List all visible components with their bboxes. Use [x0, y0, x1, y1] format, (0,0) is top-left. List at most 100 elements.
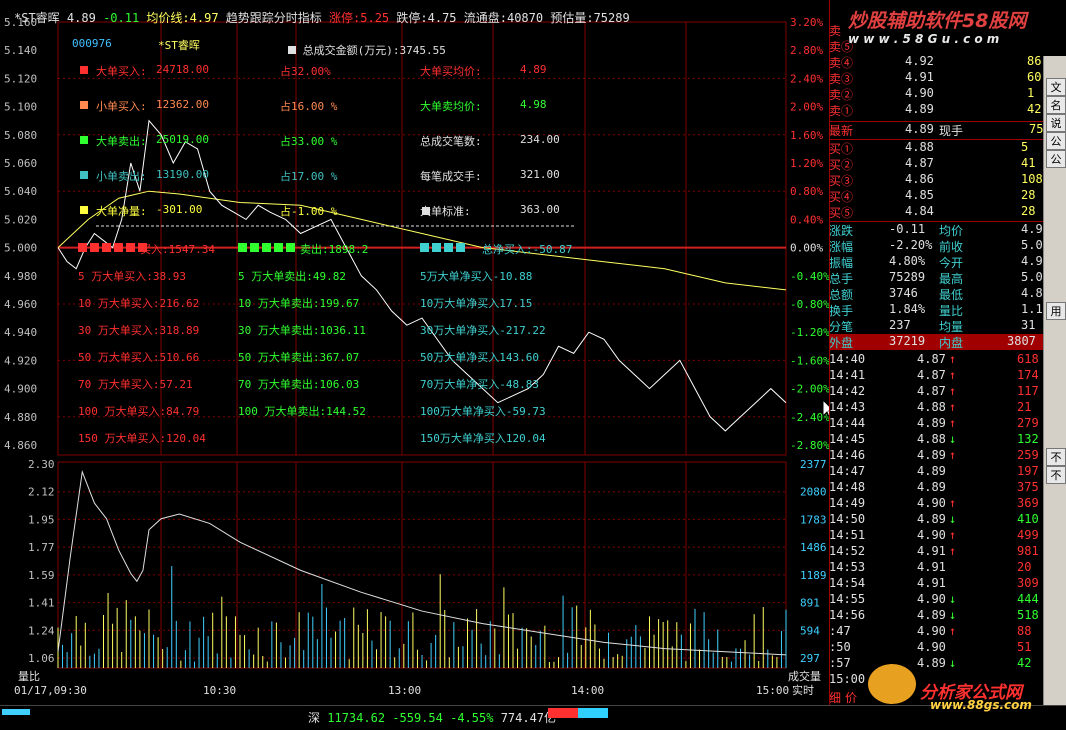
- info-label: 换手: [829, 304, 854, 318]
- volume-tick-label: 297: [800, 652, 820, 665]
- down-bar-icon: [578, 708, 608, 718]
- pct-tick-label: 2.00%: [790, 101, 823, 114]
- tab-detail[interactable]: 细: [829, 689, 841, 706]
- ask-volume: 1: [1027, 86, 1035, 100]
- index-ticker[interactable]: 深 11734.62 -559.54 -4.55% 774.47亿: [308, 709, 556, 726]
- time-tick-label: 15:00: [756, 684, 789, 697]
- tick-price: 4.90: [917, 624, 946, 638]
- volume-tick-label: 2377: [800, 458, 827, 471]
- flag-icon: [2, 709, 12, 715]
- stat-pct: 占16.00 %: [280, 100, 338, 113]
- volratio-tick-label: 1.77: [28, 541, 55, 554]
- tick-time: 14:55: [829, 592, 866, 606]
- side-tab-button[interactable]: 文: [1046, 78, 1066, 96]
- inner-label: 内盘: [939, 336, 964, 350]
- stat-label-2: 每笔成交手:: [420, 170, 482, 183]
- tick-time: 14:54: [829, 576, 866, 590]
- side-scrollbar[interactable]: 文名说公公不不用: [1043, 56, 1066, 706]
- stat-label-2: 大单卖均价:: [420, 100, 482, 113]
- bid-price: 4.88: [905, 140, 934, 154]
- pct-tick-label: 2.40%: [790, 72, 823, 85]
- side-tab-button[interactable]: 不: [1046, 466, 1066, 484]
- volratio-tick-label: 1.06: [28, 652, 55, 665]
- order-block-icon: [456, 243, 465, 252]
- tick-price: 4.89: [917, 512, 946, 526]
- stat-value-2: 4.98: [520, 98, 547, 111]
- side-tab-button[interactable]: 不: [1046, 448, 1066, 466]
- time-tick-label: 01/17,09:30: [14, 684, 87, 697]
- info-label: 总额: [829, 288, 854, 302]
- tick-price: 4.90: [917, 528, 946, 542]
- info-label: 总手: [829, 272, 854, 286]
- info-value-2: 5.0: [1021, 270, 1043, 284]
- tick-arrow-icon: ↓: [949, 608, 957, 622]
- big-order-buy: 50 万大单买入:510.66: [78, 351, 200, 364]
- big-order-buy: 30 万大单买入:318.89: [78, 324, 200, 337]
- tick-arrow-icon: ↓: [949, 592, 957, 606]
- tick-price: 4.88: [917, 400, 946, 414]
- side-tab-button[interactable]: 说: [1046, 114, 1066, 132]
- price-tick-label: 4.980: [4, 270, 37, 283]
- index-pct: -4.55%: [450, 711, 494, 725]
- side-tab-button[interactable]: 公: [1046, 132, 1066, 150]
- volume-tick-label: 594: [800, 624, 820, 637]
- up-bar-icon: [548, 708, 578, 718]
- stat-value: 12362.00: [156, 98, 209, 111]
- tick-volume: 259: [1017, 448, 1039, 462]
- tick-volume: 42: [1017, 656, 1032, 670]
- big-order-sell: 50 万大单卖出:367.07: [238, 351, 360, 364]
- order-block-icon: [444, 243, 453, 252]
- tick-price: 4.91: [917, 576, 946, 590]
- info-label: 涨幅: [829, 240, 854, 254]
- legend-square-icon: [80, 101, 88, 109]
- order-block-icon: [262, 243, 271, 252]
- float-shares: 流通盘:40870: [463, 11, 544, 25]
- index-change: -559.54: [392, 711, 443, 725]
- price-tick-label: 5.080: [4, 129, 37, 142]
- tab-price[interactable]: 价: [845, 689, 857, 706]
- tick-price: 4.89: [917, 416, 946, 430]
- side-tab-button[interactable]: 用: [1046, 302, 1066, 320]
- current-hand-label: 现手: [939, 124, 964, 138]
- tick-volume: 410: [1017, 512, 1039, 526]
- indicator-name[interactable]: 趋势跟踪分时指标: [226, 11, 322, 25]
- ask-label: 卖①: [829, 104, 854, 118]
- white-square-icon: [422, 207, 430, 215]
- big-order-buy: 150 万大单买入:120.04: [78, 432, 206, 445]
- tick-arrow-icon: ↑: [949, 496, 957, 510]
- chart-header: *ST睿晖 4.89 -0.11 均价线:4.97 趋势跟踪分时指标 涨停:5.…: [14, 9, 630, 26]
- order-block-icon: [90, 243, 99, 252]
- tick-volume: 88: [1017, 624, 1032, 638]
- bid-price: 4.84: [905, 204, 934, 218]
- volume-label: 成交量: [788, 669, 821, 683]
- tick-time: 14:42: [829, 384, 866, 398]
- tick-time: 14:44: [829, 416, 866, 430]
- tick-time: 14:56: [829, 608, 866, 622]
- side-tab-button[interactable]: 名: [1046, 96, 1066, 114]
- info-label-2: 前收: [939, 240, 964, 254]
- limit-down: 跌停:4.75: [396, 11, 457, 25]
- stat-label-2: 大单买均价:: [420, 65, 482, 78]
- big-order-sell: 5 万大单卖出:49.82: [238, 270, 346, 283]
- big-order-buy: 5 万大单买入:38.93: [78, 270, 186, 283]
- pct-tick-label: -1.60%: [790, 354, 829, 367]
- big-order-sell: 100 万大单卖出:144.52: [238, 405, 366, 418]
- side-tab-button[interactable]: 公: [1046, 150, 1066, 168]
- tick-price: 4.88: [917, 432, 946, 446]
- pct-tick-label: 0.40%: [790, 213, 823, 226]
- latest-price: 4.89: [905, 122, 934, 136]
- tick-time: 14:52: [829, 544, 866, 558]
- tick-volume: 117: [1017, 384, 1039, 398]
- big-order-sell: 10 万大单卖出:199.67: [238, 297, 360, 310]
- limit-up: 涨停:5.25: [329, 11, 390, 25]
- panel-border: [829, 0, 830, 705]
- tick-time: 14:45: [829, 432, 866, 446]
- info-label-2: 最低: [939, 288, 964, 302]
- big-order-net: 150万大单净买入120.04: [420, 432, 546, 445]
- watermark-top: 炒股辅助软件58股网: [848, 10, 1027, 32]
- info-label-2: 最高: [939, 272, 964, 286]
- logo-icon: [868, 664, 916, 704]
- ask-volume: 42: [1027, 102, 1042, 116]
- sell-side-tab[interactable]: 卖: [829, 22, 841, 39]
- tick-price: 4.89: [917, 464, 946, 478]
